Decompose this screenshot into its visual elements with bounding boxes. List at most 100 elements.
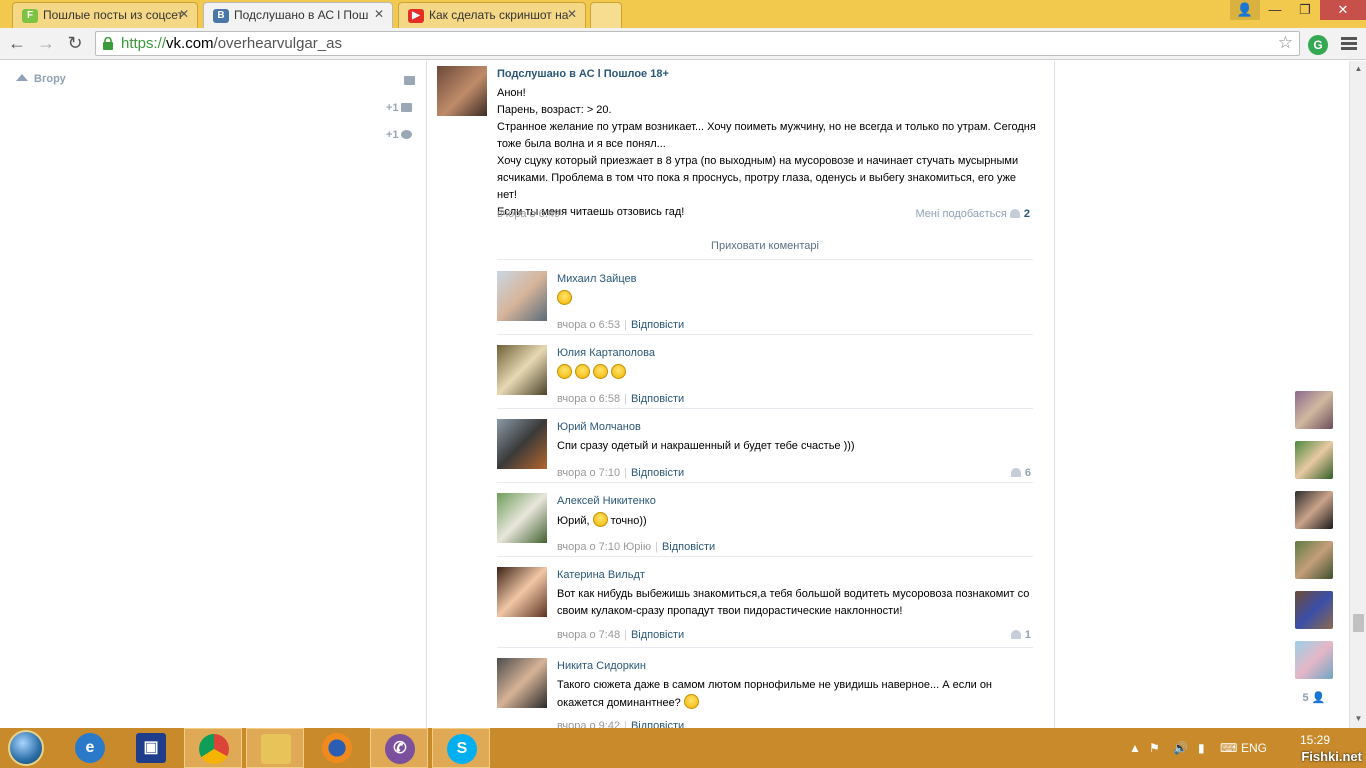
hide-comments-link[interactable]: Приховати коментарі: [497, 240, 1033, 260]
tab-vk[interactable]: B Подслушано в АС l Пош ✕: [203, 2, 393, 28]
tab-fishki[interactable]: F Пошлые посты из соцсет ✕: [12, 2, 198, 28]
settings-counter[interactable]: +1: [386, 129, 412, 141]
network-icon[interactable]: ▮: [1198, 741, 1205, 755]
reply-link[interactable]: Відповісти: [631, 720, 684, 728]
volume-icon[interactable]: 🔊: [1173, 741, 1188, 755]
commenter-name-link[interactable]: Юлия Картаполова: [557, 347, 655, 359]
comment-text: Спи сразу одетый и накрашенный и будет т…: [557, 438, 1033, 455]
lock-icon: [103, 37, 113, 50]
messages-counter[interactable]: +1: [386, 102, 412, 114]
browser-tabstrip: F Пошлые посты из соцсет ✕ B Подслушано …: [0, 0, 1366, 28]
reply-link[interactable]: Відповісти: [631, 393, 684, 405]
comment-like-button[interactable]: 6: [1008, 467, 1031, 479]
taskbar-firefox[interactable]: [308, 728, 366, 768]
comment-timestamp[interactable]: вчора о 6:58: [557, 393, 620, 405]
commenter-avatar[interactable]: [497, 493, 547, 543]
friends-online-count[interactable]: 5 👤: [1289, 691, 1339, 704]
tab-title: Как сделать скриншот на: [429, 8, 569, 22]
address-bar[interactable]: https://vk.com/overhearvulgar_as ☆: [95, 31, 1300, 56]
close-window-button[interactable]: ✕: [1320, 0, 1366, 20]
reply-link[interactable]: Відповісти: [662, 541, 715, 553]
reply-to-name[interactable]: Юрію: [623, 541, 651, 553]
page-scrollbar[interactable]: ▲ ▼: [1349, 61, 1366, 728]
commenter-name-link[interactable]: Катерина Вильдт: [557, 569, 645, 581]
friend-avatar[interactable]: [1295, 391, 1333, 429]
chrome-menu-icon[interactable]: [1341, 35, 1357, 53]
back-arrow-icon[interactable]: ←: [6, 33, 28, 55]
commenter-name-link[interactable]: Алексей Никитенко: [557, 495, 656, 507]
community-avatar[interactable]: [437, 66, 487, 116]
reply-link[interactable]: Відповісти: [631, 629, 684, 641]
comment-timestamp[interactable]: вчора о 7:10: [557, 467, 620, 479]
heart-icon: [1009, 209, 1020, 218]
laughing-emoji-icon: [593, 364, 608, 379]
taskbar-skype[interactable]: S: [432, 728, 490, 768]
scroll-up-link[interactable]: Вгору: [16, 73, 66, 85]
extension-icon[interactable]: G: [1308, 35, 1328, 55]
commenter-avatar[interactable]: [497, 419, 547, 469]
commenter-name-link[interactable]: Юрий Молчанов: [557, 421, 641, 433]
language-indicator[interactable]: ENG: [1241, 741, 1267, 755]
url-host: vk.com: [166, 35, 214, 52]
close-tab-icon[interactable]: ✕: [374, 7, 384, 21]
reload-icon[interactable]: ↻: [64, 33, 86, 55]
reply-link[interactable]: Відповісти: [631, 467, 684, 479]
flag-icon[interactable]: ⚑: [1149, 741, 1160, 755]
minimize-button[interactable]: —: [1260, 0, 1290, 20]
reply-link[interactable]: Відповісти: [631, 319, 684, 331]
friend-avatar[interactable]: [1295, 541, 1333, 579]
comment-timestamp[interactable]: вчора о 7:10: [557, 541, 620, 553]
scrollbar-thumb[interactable]: [1353, 614, 1364, 632]
laughing-emoji-icon: [557, 290, 572, 305]
bookmark-star-icon[interactable]: ☆: [1278, 33, 1293, 53]
comment-timestamp[interactable]: вчора о 6:53: [557, 319, 620, 331]
restore-button[interactable]: ❐: [1290, 0, 1320, 20]
comment-like-button[interactable]: 1: [1008, 629, 1031, 641]
heart-icon: [1010, 630, 1021, 639]
friend-avatar[interactable]: [1295, 441, 1333, 479]
url-scheme: https://: [121, 35, 167, 52]
commenter-name-link[interactable]: Никита Сидоркин: [557, 660, 646, 672]
taskbar-ie[interactable]: e: [61, 728, 119, 768]
keyboard-icon[interactable]: ⌨: [1220, 741, 1237, 755]
taskbar-explorer[interactable]: [246, 728, 304, 768]
like-count: 2: [1023, 208, 1030, 220]
comment-like-count: 1: [1024, 629, 1031, 641]
user-profile-icon[interactable]: 👤: [1230, 0, 1260, 20]
commenter-avatar[interactable]: [497, 567, 547, 617]
like-label: Мені подобається: [915, 208, 1007, 220]
friend-avatar[interactable]: [1295, 491, 1333, 529]
url-path: /overhearvulgar_as: [213, 35, 342, 52]
show-hidden-icons[interactable]: ▲: [1129, 741, 1141, 755]
new-tab-button[interactable]: [590, 2, 622, 28]
tab-youtube[interactable]: ▶ Как сделать скриншот на ✕: [398, 2, 586, 28]
post-timestamp[interactable]: вчора о 6:49: [497, 208, 560, 220]
comment-timestamp[interactable]: вчора о 7:48: [557, 629, 620, 641]
close-tab-icon[interactable]: ✕: [567, 7, 577, 21]
post-author-link[interactable]: Подслушано в АС l Пошлое 18+: [497, 68, 669, 80]
post-line: Анон!: [497, 87, 526, 99]
commenter-name-link[interactable]: Михаил Зайцев: [557, 273, 636, 285]
comment-timestamp[interactable]: вчора о 9:42: [557, 720, 620, 728]
left-column: Вгору +1 +1: [0, 61, 426, 728]
comment-meta: вчора о 9:42 | Відповісти: [557, 720, 684, 728]
separator: |: [624, 629, 627, 641]
post-like-button[interactable]: Мені подобається 2: [916, 208, 1030, 220]
taskbar-chrome[interactable]: [184, 728, 242, 768]
commenter-avatar[interactable]: [497, 345, 547, 395]
heart-icon: [1010, 468, 1021, 477]
commenter-avatar[interactable]: [497, 658, 547, 708]
commenter-avatar[interactable]: [497, 271, 547, 321]
post-text: Анон! Парень, возраст: > 20. Странное же…: [497, 85, 1037, 221]
start-button[interactable]: [8, 730, 44, 766]
taskbar-clock[interactable]: 15:29: [1300, 733, 1330, 747]
taskbar-save[interactable]: ▣: [122, 728, 180, 768]
taskbar-viber[interactable]: ✆: [370, 728, 428, 768]
scroll-up-arrow-icon[interactable]: ▲: [1353, 64, 1364, 75]
close-tab-icon[interactable]: ✕: [179, 7, 189, 21]
forward-arrow-icon[interactable]: →: [35, 33, 57, 55]
mail-icon[interactable]: [402, 75, 415, 87]
friend-avatar[interactable]: [1295, 591, 1333, 629]
scroll-down-arrow-icon[interactable]: ▼: [1353, 714, 1364, 725]
friend-avatar[interactable]: [1295, 641, 1333, 679]
